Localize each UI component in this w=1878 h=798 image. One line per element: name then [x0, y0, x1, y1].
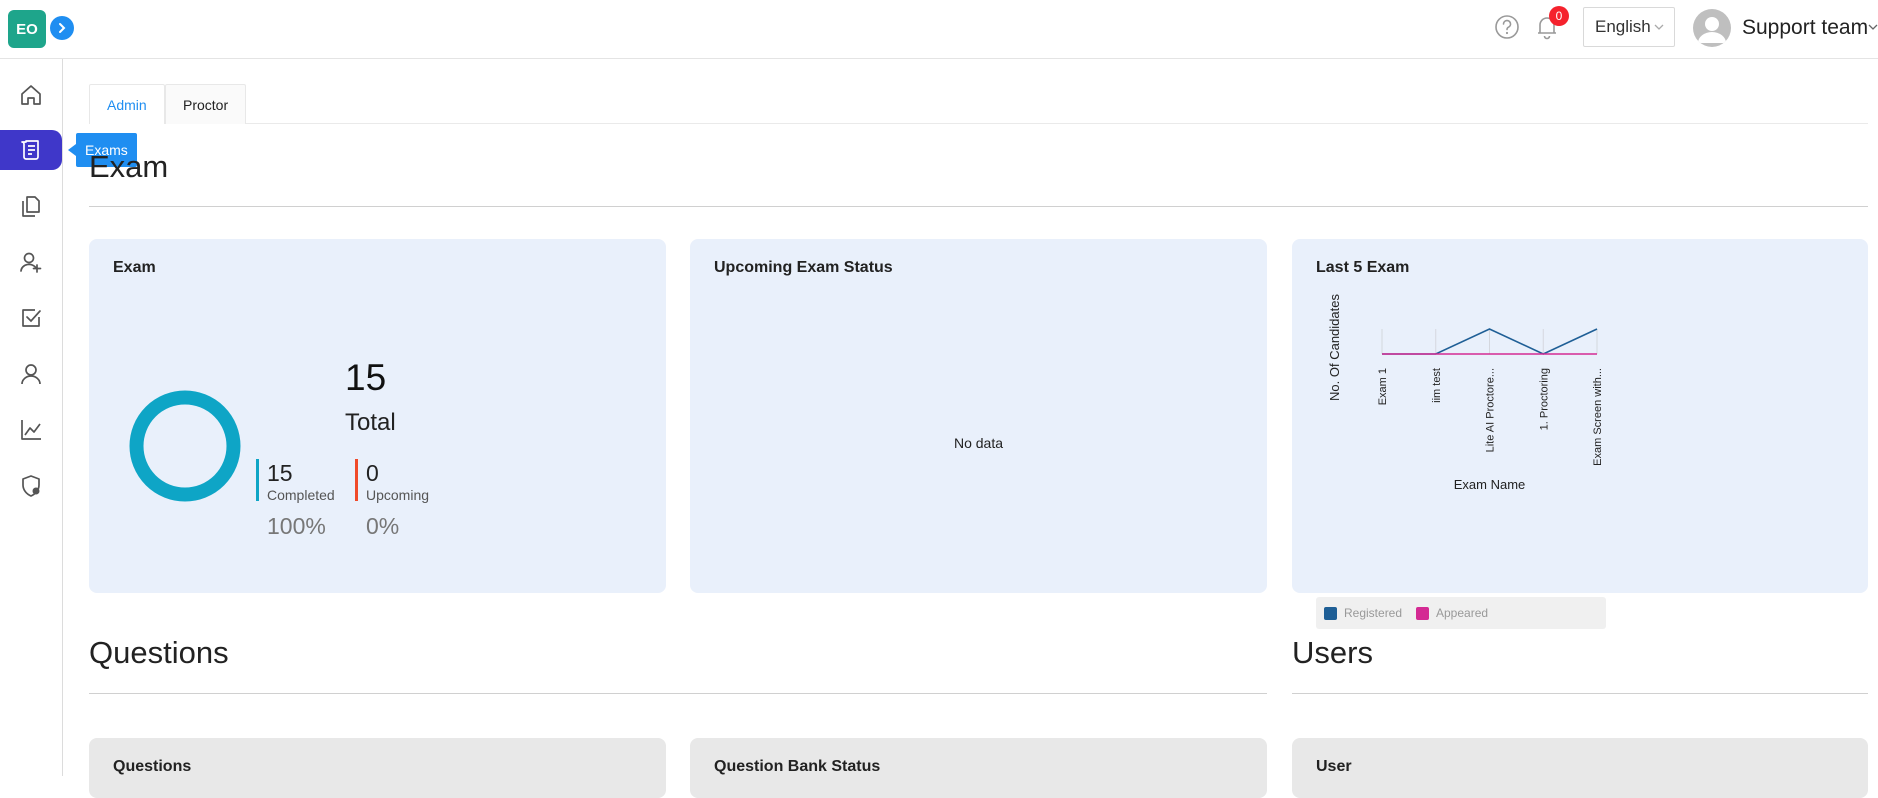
upcoming-label: Upcoming	[366, 487, 430, 503]
chart-y-axis-label: No. Of Candidates	[1327, 294, 1342, 401]
sidebar-item-home[interactable]	[0, 75, 62, 115]
section-title-questions: Questions	[89, 635, 229, 670]
language-select[interactable]: English	[1583, 7, 1675, 47]
card-title: Upcoming Exam Status	[714, 259, 893, 276]
documents-icon	[22, 196, 40, 217]
section-title-users: Users	[1292, 635, 1373, 670]
legend-item-appeared[interactable]: Appeared	[1416, 597, 1488, 629]
chart-x-tick-label: Exam 1	[1377, 368, 1389, 405]
completed-count: 15	[267, 460, 293, 486]
shield-settings-icon	[22, 475, 40, 497]
chevron-down-icon	[1654, 24, 1664, 30]
question-bank-status-card: Question Bank Status	[690, 738, 1267, 798]
upcoming-count: 0	[366, 460, 379, 486]
chart-legend: Registered Appeared	[1316, 597, 1606, 629]
upcoming-indicator-bar	[355, 459, 358, 501]
chart-x-tick-label: Lite AI Proctore...	[1485, 368, 1497, 452]
questions-card: Questions	[89, 738, 666, 798]
card-title: Questions	[113, 758, 192, 775]
exam-total-label: Total	[345, 409, 396, 436]
sidebar-item-exams[interactable]	[0, 130, 62, 170]
chart-x-tick-label: Exam Screen with...	[1592, 368, 1604, 466]
sidebar-item-users[interactable]	[0, 354, 62, 394]
legend-label: Appeared	[1436, 606, 1489, 620]
user-avatar[interactable]	[1693, 9, 1731, 47]
sidebar-item-security[interactable]	[0, 466, 62, 506]
role-tabs: Admin Proctor	[89, 84, 1868, 124]
card-title: Exam	[113, 259, 156, 276]
sidebar	[0, 59, 63, 776]
sidebar-item-add-user[interactable]	[0, 242, 62, 282]
tab-proctor[interactable]: Proctor	[165, 84, 247, 124]
language-select-value: English	[1595, 17, 1651, 36]
scroll-icon	[21, 140, 39, 160]
user-name[interactable]: Support team	[1742, 16, 1868, 40]
sidebar-item-tasks[interactable]	[0, 298, 62, 338]
exam-donut-chart	[129, 390, 241, 502]
upcoming-percent: 0%	[366, 513, 400, 539]
card-title: Question Bank Status	[714, 758, 881, 775]
upcoming-exam-status-card: Upcoming Exam Status No data	[690, 239, 1267, 593]
section-divider	[1292, 693, 1868, 694]
help-icon[interactable]	[1494, 14, 1520, 40]
section-title-exam: Exam	[89, 149, 169, 184]
section-divider	[89, 206, 1868, 207]
legend-swatch	[1324, 606, 1337, 620]
legend-label: Registered	[1344, 606, 1403, 620]
chart-x-tick-label: iim test	[1431, 368, 1443, 403]
chart-x-axis-label: Exam Name	[1454, 477, 1526, 492]
section-divider	[89, 693, 1267, 694]
app-logo[interactable]: EO	[8, 10, 46, 48]
completed-indicator-bar	[256, 459, 259, 501]
user-icon	[21, 364, 41, 385]
top-bar: EO 0 English Support team	[0, 0, 1878, 59]
legend-item-registered[interactable]: Registered	[1324, 597, 1402, 629]
chevron-down-icon[interactable]	[1868, 22, 1878, 32]
completed-label: Completed	[267, 487, 335, 503]
donut-ring-completed	[129, 390, 241, 502]
user-card: User	[1292, 738, 1868, 798]
notification-count-badge: 0	[1549, 6, 1569, 26]
sidebar-expand-button[interactable]	[50, 16, 74, 40]
sidebar-item-question-banks[interactable]	[0, 186, 62, 226]
checkbox-icon	[22, 309, 41, 327]
legend-swatch	[1416, 606, 1429, 620]
card-title: User	[1316, 758, 1352, 775]
completed-percent: 100%	[267, 513, 326, 539]
chevron-right-icon	[59, 23, 66, 33]
user-silhouette-icon	[1698, 17, 1726, 43]
exam-summary-card: Exam 15 Total 15 Completed 100% 0 Upcomi…	[89, 239, 666, 593]
last-five-exams-line-chart: Exam 1 iim test Lite AI Proctore... 1. Proc…	[1327, 294, 1604, 492]
no-data-text: No data	[953, 435, 1004, 451]
chart-icon	[21, 420, 41, 440]
tab-admin[interactable]: Admin	[89, 84, 165, 124]
chart-x-tick-label: 1. Proctoring	[1538, 368, 1550, 430]
sidebar-item-reports[interactable]	[0, 410, 62, 450]
home-icon	[21, 85, 41, 105]
last-five-exams-card: Last 5 Exam Exam 1 iim test Lite AI Procto…	[1292, 239, 1868, 593]
exam-total-count: 15	[345, 357, 387, 398]
user-plus-icon	[20, 252, 42, 273]
